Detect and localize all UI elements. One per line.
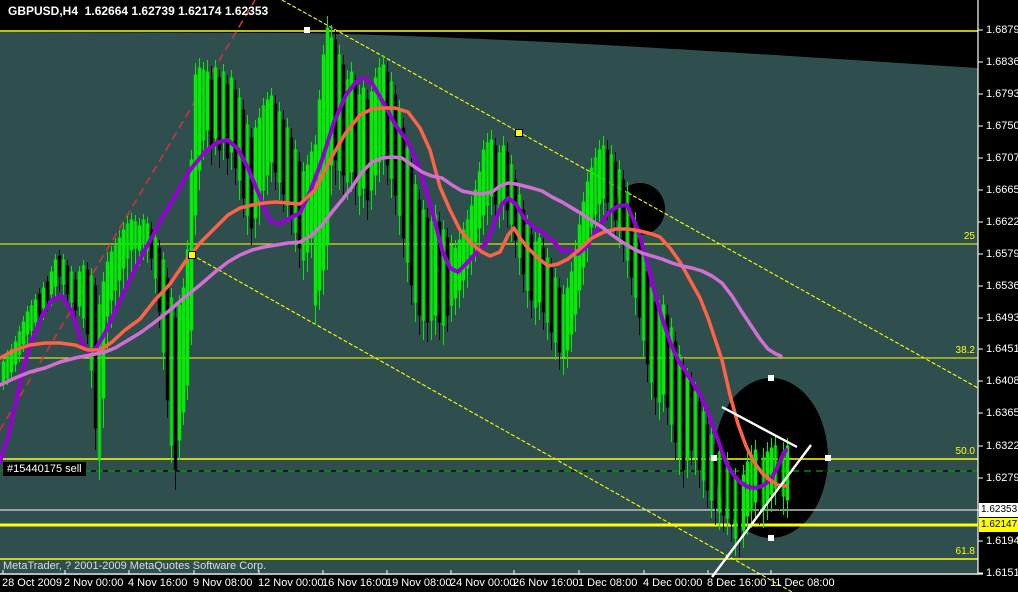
time-tick-label: 4 Nov 16:00 (128, 577, 188, 589)
time-tick-label: 12 Nov 00:00 (258, 577, 324, 589)
price-tick-label: 1.64930 (986, 312, 1018, 324)
price-tick-label: 1.63220 (986, 440, 1018, 452)
price-tick-label: 1.65790 (986, 248, 1018, 260)
selection-handle[interactable] (515, 129, 523, 137)
price-tick-label: 1.61940 (986, 535, 1018, 547)
hline-price-box: 1.62147 (979, 518, 1018, 532)
chart-canvas[interactable] (0, 0, 1018, 592)
time-tick-label: 28 Oct 2009 (2, 577, 62, 589)
price-tick-label: 1.65360 (986, 280, 1018, 292)
time-tick-label: 9 Nov 08:00 (193, 577, 253, 589)
copyright-text: MetaTrader, ? 2001-2009 MetaQuotes Softw… (3, 560, 267, 572)
selection-handle[interactable] (825, 455, 831, 461)
fib-level-label: 25 (963, 231, 975, 242)
metatrader-window: GBPUSD,H4 1.62664 1.62739 1.62174 1.6235… (0, 0, 1018, 592)
time-tick-label: 11 Dec 08:00 (770, 577, 835, 589)
time-tick-label: 19 Nov 08:00 (386, 577, 452, 589)
chart-area[interactable] (0, 0, 1018, 592)
symbol-ohlc-line: GBPUSD,H4 1.62664 1.62739 1.62174 1.6235… (8, 4, 269, 18)
price-tick-label: 1.67500 (986, 120, 1018, 132)
fib-level-label: 61.8 (955, 546, 975, 557)
price-tick-label: 1.62790 (986, 472, 1018, 484)
price-tick-label: 1.68360 (986, 56, 1018, 68)
price-tick-label: 1.67930 (986, 88, 1018, 100)
selection-handle[interactable] (188, 251, 196, 259)
price-tick-label: 1.68790 (986, 24, 1018, 36)
current-bid-price-box: 1.62353 (979, 503, 1018, 517)
price-tick-label: 1.66220 (986, 216, 1018, 228)
selection-handle[interactable] (711, 455, 717, 461)
price-tick-label: 1.64080 (986, 375, 1018, 387)
price-tick-label: 1.67070 (986, 152, 1018, 164)
selection-handle[interactable] (768, 375, 774, 381)
fib-level-label: 38.2 (955, 345, 975, 356)
price-tick-label: 1.64510 (986, 343, 1018, 355)
time-tick-label: 16 Nov 16:00 (322, 577, 388, 589)
time-tick-label: 4 Dec 00:00 (643, 577, 703, 589)
order-sell-label[interactable]: #15440175 sell (3, 462, 86, 476)
time-tick-label: 2 Nov 00:00 (64, 577, 124, 589)
time-tick-label: 26 Nov 16:00 (513, 577, 579, 589)
time-tick-label: 1 Dec 08:00 (578, 577, 638, 589)
price-tick-label: 1.63650 (986, 407, 1018, 419)
price-tick-label: 1.66650 (986, 184, 1018, 196)
selection-handle[interactable] (768, 535, 774, 541)
plot-background (0, 0, 978, 575)
price-tick-label: 1.61510 (986, 567, 1018, 579)
time-tick-label: 24 Nov 00:00 (450, 577, 516, 589)
fib-level-label: 50.0 (955, 446, 975, 457)
selection-handle[interactable] (304, 27, 310, 33)
time-tick-label: 8 Dec 16:00 (707, 577, 767, 589)
